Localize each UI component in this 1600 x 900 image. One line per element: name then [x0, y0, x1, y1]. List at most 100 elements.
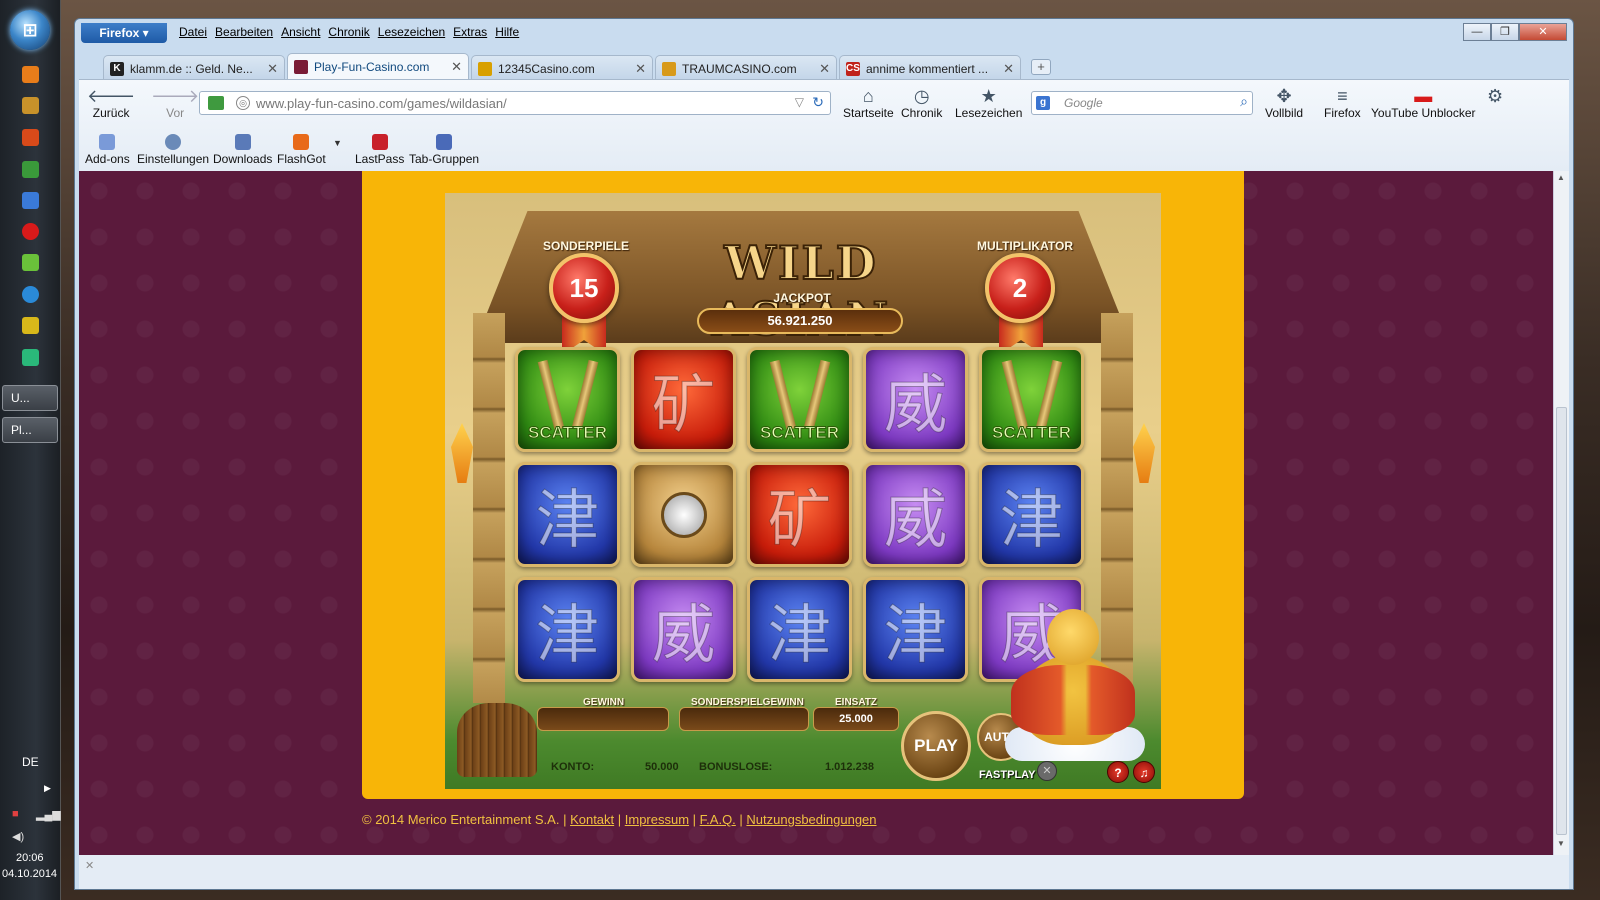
network-icon[interactable] — [22, 161, 39, 178]
mail-icon[interactable] — [22, 129, 39, 146]
flashgot-dropdown-icon[interactable]: ▼ — [333, 138, 342, 148]
gear-icon — [165, 134, 182, 150]
terms-link[interactable]: Nutzungsbedingungen — [746, 812, 876, 827]
reel-symbol-scatter: SCATTER — [979, 347, 1084, 452]
menu-bookmarks[interactable]: Lesezeichen — [378, 25, 445, 39]
clock-date[interactable]: 04.10.2014 — [2, 868, 57, 880]
tab-groups-button[interactable]: Tab-Gruppen — [409, 134, 479, 166]
contact-link[interactable]: Kontakt — [570, 812, 614, 827]
site-identity-icon[interactable] — [208, 96, 224, 110]
title-bar: Firefox ▾ Datei Bearbeiten Ansicht Chron… — [75, 19, 1573, 47]
firefox-app-menu-button[interactable]: Firefox ▾ — [81, 23, 167, 43]
start-button[interactable]: ⊞ — [10, 10, 50, 50]
wild-asian-slot-game: WILD ASIAN SONDERPIELE 15 MULTIPLIKATOR … — [445, 193, 1161, 789]
browser-window: Firefox ▾ Datei Bearbeiten Ansicht Chron… — [74, 18, 1574, 890]
scrollbar-thumb[interactable] — [1556, 407, 1567, 835]
back-button[interactable]: 🡐 Zurück — [87, 86, 135, 120]
play-button[interactable]: PLAY — [901, 711, 971, 781]
tab-groups-label: Tab-Gruppen — [409, 152, 480, 166]
url-text[interactable]: www.play-fun-casino.com/games/wildasian/ — [256, 96, 507, 111]
history-button[interactable]: ◷ Chronik — [901, 86, 942, 120]
magnifier-icon[interactable]: ⌕ — [1240, 93, 1248, 110]
fastplay-toggle[interactable]: ✕ — [1037, 761, 1057, 781]
close-tab-icon[interactable]: ✕ — [635, 61, 646, 77]
buddha-robe — [1011, 665, 1135, 735]
lastpass-button[interactable]: LastPass — [355, 134, 404, 166]
menu-file[interactable]: Datei — [179, 25, 207, 39]
fullscreen-label: Vollbild — [1265, 106, 1304, 120]
close-tab-icon[interactable]: ✕ — [451, 59, 462, 75]
tool-icon[interactable] — [22, 192, 39, 209]
flashgot-icon — [293, 134, 310, 150]
close-addon-bar-icon[interactable]: ✕ — [85, 859, 94, 872]
music-note-icon[interactable]: ♫ — [1133, 761, 1155, 783]
new-tab-button[interactable]: + — [1031, 59, 1051, 75]
menu-history[interactable]: Chronik — [328, 25, 369, 39]
tray-app-icon[interactable]: ■ — [12, 808, 19, 820]
tab-klamm[interactable]: K klamm.de :: Geld. Ne... ✕ — [103, 55, 285, 81]
question-icon[interactable]: ? — [1107, 761, 1129, 783]
menu-help[interactable]: Hilfe — [495, 25, 519, 39]
paint-icon[interactable] — [22, 97, 39, 114]
network-signal-icon[interactable]: ▂▄▆ — [36, 808, 61, 821]
flashgot-button[interactable]: FlashGot ▼ — [277, 134, 342, 166]
close-tab-icon[interactable]: ✕ — [267, 61, 278, 77]
free-spins-counter: 15 — [549, 253, 619, 323]
bamboo-icon — [1001, 359, 1029, 431]
address-bar[interactable]: ◎ www.play-fun-casino.com/games/wildasia… — [199, 91, 831, 115]
scroll-up-icon[interactable]: ▲ — [1557, 173, 1565, 182]
imprint-link[interactable]: Impressum — [625, 812, 689, 827]
chinese-glyph: 津 — [535, 483, 600, 558]
tab-play-fun-casino[interactable]: Play-Fun-Casino.com ✕ — [287, 53, 469, 81]
taskbar-task-firefox[interactable]: Pl... — [2, 417, 58, 443]
search-bar[interactable]: g Google ⌕ — [1031, 91, 1253, 115]
menu-tools[interactable]: Extras — [453, 25, 487, 39]
tab-12345casino[interactable]: 12345Casino.com ✕ — [471, 55, 653, 81]
internet-explorer-icon[interactable] — [22, 286, 39, 303]
account-value: 50.000 — [645, 761, 679, 773]
maximize-button[interactable]: ❐ — [1491, 23, 1519, 41]
bamboo-icon — [537, 359, 565, 431]
bookmarks-button[interactable]: ★ Lesezeichen — [955, 86, 1022, 120]
settings-button[interactable]: Einstellungen — [137, 134, 209, 166]
tab-traumcasino[interactable]: TRAUMCASINO.com ✕ — [655, 55, 837, 81]
downloads-label: Downloads — [213, 152, 273, 166]
youtube-unblocker-button[interactable]: ▬ YouTube Unblocker — [1371, 86, 1476, 120]
forward-button[interactable]: 🡒 Vor — [151, 86, 199, 120]
firefox-menu-button[interactable]: ≡ Firefox — [1324, 86, 1361, 120]
downloads-button[interactable]: Downloads — [213, 134, 272, 166]
menu-view[interactable]: Ansicht — [281, 25, 320, 39]
scroll-down-icon[interactable]: ▼ — [1557, 839, 1565, 848]
home-button[interactable]: ⌂ Startseite — [843, 86, 894, 120]
taskbar-task-label: U... — [11, 391, 30, 405]
addons-label: Add-ons — [85, 152, 130, 166]
audio-icon[interactable] — [22, 254, 39, 271]
google-icon[interactable]: g — [1036, 96, 1050, 110]
media-player-icon[interactable] — [22, 66, 39, 83]
menu-edit[interactable]: Bearbeiten — [215, 25, 273, 39]
close-window-button[interactable]: ✕ — [1519, 23, 1567, 41]
addons-button[interactable]: Add-ons — [85, 134, 130, 166]
language-indicator[interactable]: DE — [22, 755, 39, 769]
tray-expand-icon[interactable]: ▶ — [44, 783, 51, 794]
vertical-scrollbar[interactable]: ▲ ▼ — [1553, 171, 1569, 855]
close-tab-icon[interactable]: ✕ — [819, 61, 830, 77]
vlc-icon[interactable] — [22, 317, 39, 334]
fastplay-label: FASTPLAY — [979, 769, 1036, 781]
url-history-dropdown-icon[interactable]: ▽ — [795, 95, 804, 109]
opera-icon[interactable] — [22, 223, 39, 240]
clock-time[interactable]: 20:06 — [16, 852, 44, 864]
faq-link[interactable]: F.A.Q. — [700, 812, 736, 827]
taskbar-task-game[interactable]: U... — [2, 385, 58, 411]
reel-symbol-glyph: 津 — [515, 462, 620, 567]
sync-icon[interactable] — [22, 349, 39, 366]
bonus-win-value — [679, 707, 809, 731]
minimize-button[interactable]: — — [1463, 23, 1491, 41]
close-tab-icon[interactable]: ✕ — [1003, 61, 1014, 77]
fullscreen-button[interactable]: ✥ Vollbild — [1265, 86, 1303, 120]
reload-icon[interactable]: ↻ — [812, 94, 824, 111]
bet-value[interactable]: 25.000 — [813, 707, 899, 731]
volume-icon[interactable]: ◀) — [12, 830, 24, 843]
tab-annime[interactable]: CS annime kommentiert ... ✕ — [839, 55, 1021, 81]
extension-button[interactable]: ⚙ — [1487, 86, 1503, 106]
